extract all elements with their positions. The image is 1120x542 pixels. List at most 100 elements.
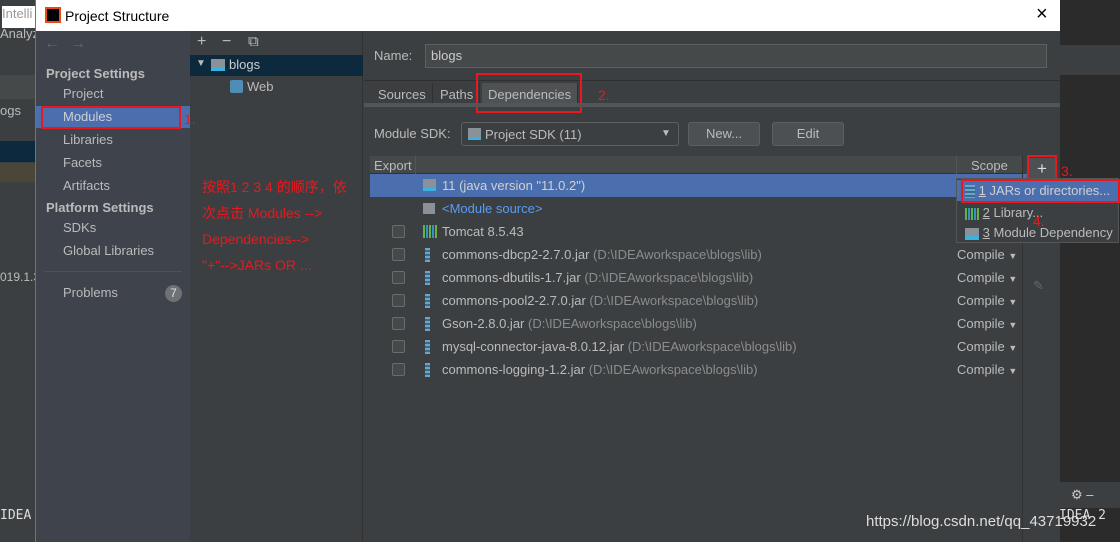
scope-value: Compile	[957, 247, 1005, 262]
ide-status: IDEA	[0, 508, 32, 523]
forward-arrow-icon[interactable]: →	[70, 35, 86, 53]
table-row-tomcat[interactable]: Tomcat 8.5.43	[370, 220, 1028, 243]
annotation-box-4	[961, 179, 1120, 203]
sidebar-item-project[interactable]: Project	[36, 83, 190, 105]
jar-icon	[425, 294, 430, 308]
close-icon[interactable]: ×	[1036, 3, 1048, 26]
export-checkbox[interactable]	[392, 248, 405, 261]
note-line: Dependencies-->	[202, 231, 310, 247]
chevron-down-icon: ▼	[1008, 274, 1018, 284]
sdk-value: Project SDK (11)	[485, 127, 582, 142]
name-label: Name:	[374, 48, 413, 63]
tree-label: Web	[247, 79, 274, 94]
dependency-name: commons-logging-1.2.jar	[442, 362, 586, 377]
ide-project: ogs	[0, 103, 21, 118]
ide-selection	[0, 141, 36, 162]
ide-background-left: Intelli Analyz ogs 019.1.3 IDEA	[0, 0, 40, 542]
table-row-sdk[interactable]: 11 (java version "11.0.2")	[370, 174, 1028, 197]
scope-dropdown[interactable]: Compile ▼	[957, 335, 1017, 360]
watermark: https://blog.csdn.net/qq_43719932	[866, 513, 1097, 530]
jar-icon	[425, 271, 430, 285]
dependency-name: commons-dbutils-1.7.jar	[442, 270, 581, 285]
menu-mnemonic: 3	[982, 225, 990, 240]
table-row-dependency[interactable]: commons-dbutils-1.7.jar (D:\IDEAworkspac…	[370, 266, 1028, 289]
dependency-label: commons-dbutils-1.7.jar (D:\IDEAworkspac…	[442, 266, 753, 289]
scope-value: Compile	[957, 362, 1005, 377]
scope-dropdown[interactable]: Compile ▼	[957, 266, 1017, 291]
scope-dropdown[interactable]: Compile ▼	[957, 289, 1017, 314]
remove-icon[interactable]: −	[222, 33, 231, 51]
scope-dropdown[interactable]: Compile ▼	[957, 358, 1017, 383]
sidebar-item-libraries[interactable]: Libraries	[36, 129, 190, 151]
tree-item-web[interactable]: Web	[228, 77, 363, 97]
row-label: Tomcat 8.5.43	[442, 224, 524, 239]
back-arrow-icon[interactable]: ←	[44, 35, 60, 53]
scope-dropdown[interactable]: Compile ▼	[957, 243, 1017, 268]
column-export[interactable]: Export	[370, 156, 416, 174]
annotation-box-2	[476, 73, 582, 113]
annotation-step-2: 2.	[598, 87, 610, 103]
row-label: 11 (java version "11.0.2")	[442, 178, 586, 193]
module-sdk-dropdown[interactable]: Project SDK (11) ▼	[461, 122, 679, 146]
column-scope[interactable]: Scope	[956, 156, 1022, 174]
web-facet-icon	[230, 80, 243, 93]
sidebar-item-facets[interactable]: Facets	[36, 152, 190, 174]
dependency-path: (D:\IDEAworkspace\blogs\lib)	[589, 293, 759, 308]
table-header: Export Scope	[370, 156, 1022, 174]
divider	[44, 271, 182, 272]
export-checkbox[interactable]	[392, 294, 405, 307]
name-input[interactable]: blogs	[425, 44, 1047, 68]
dependency-label: mysql-connector-java-8.0.12.jar (D:\IDEA…	[442, 335, 797, 358]
dependency-path: (D:\IDEAworkspace\blogs\lib)	[584, 270, 754, 285]
add-icon[interactable]: +	[197, 33, 206, 51]
export-checkbox[interactable]	[392, 363, 405, 376]
export-checkbox[interactable]	[392, 317, 405, 330]
dependency-label: commons-logging-1.2.jar (D:\IDEAworkspac…	[442, 358, 758, 381]
table-row-dependency[interactable]: commons-dbcp2-2.7.0.jar (D:\IDEAworkspac…	[370, 243, 1028, 266]
chevron-down-icon: ▼	[661, 128, 671, 139]
note-line: 次点击 Modules -->	[202, 205, 323, 221]
dependency-name: commons-dbcp2-2.7.0.jar	[442, 247, 590, 262]
export-checkbox[interactable]	[392, 271, 405, 284]
sidebar-item-global-libraries[interactable]: Global Libraries	[36, 240, 190, 262]
expand-triangle-icon[interactable]: ▼	[196, 58, 206, 69]
jar-icon	[425, 248, 430, 262]
annotation-box-1	[41, 106, 181, 129]
module-icon	[965, 227, 979, 240]
table-row-dependency[interactable]: mysql-connector-java-8.0.12.jar (D:\IDEA…	[370, 335, 1028, 358]
edit-sdk-button[interactable]: Edit	[772, 122, 844, 146]
gear-icon[interactable]: ⚙ –	[1059, 482, 1120, 508]
sidebar-item-artifacts[interactable]: Artifacts	[36, 175, 190, 197]
table-row-dependency[interactable]: commons-logging-1.2.jar (D:\IDEAworkspac…	[370, 358, 1028, 381]
edit-pencil-icon[interactable]: ✎	[1033, 278, 1044, 294]
add-dependency-menu: 1 JARs or directories... 2 Library... 3 …	[956, 178, 1120, 243]
jar-icon	[425, 340, 430, 354]
annotation-step-4: 4.	[1033, 213, 1045, 229]
new-sdk-button[interactable]: New...	[688, 122, 760, 146]
scope-value: Compile	[957, 316, 1005, 331]
table-row-module-source[interactable]: <Module source>	[370, 197, 1028, 220]
export-checkbox[interactable]	[392, 340, 405, 353]
annotation-note: 按照1 2 3 4 的顺序，依 次点击 Modules --> Dependen…	[202, 174, 347, 278]
copy-icon[interactable]: ⧉	[248, 33, 259, 50]
scope-dropdown[interactable]: Compile ▼	[957, 312, 1017, 337]
tree-item-blogs[interactable]: ▼ blogs	[190, 55, 363, 76]
table-row-dependency[interactable]: Gson-2.8.0.jar (D:\IDEAworkspace\blogs\l…	[370, 312, 1028, 335]
jar-icon	[425, 363, 430, 377]
table-row-dependency[interactable]: commons-pool2-2.7.0.jar (D:\IDEAworkspac…	[370, 289, 1028, 312]
scope-value: Compile	[957, 293, 1005, 308]
ide-panel-header	[0, 75, 36, 99]
scope-value: Compile	[957, 270, 1005, 285]
ide-highlight	[0, 163, 36, 182]
sidebar-item-sdks[interactable]: SDKs	[36, 217, 190, 239]
jar-icon	[425, 317, 430, 331]
export-checkbox[interactable]	[392, 225, 405, 238]
dependency-name: commons-pool2-2.7.0.jar	[442, 293, 586, 308]
dependency-path: (D:\IDEAworkspace\blogs\lib)	[588, 362, 758, 377]
dependencies-table: Export Scope 11 (java version "11.0.2") …	[370, 156, 1028, 542]
note-line: "+"-->JARs OR ...	[202, 257, 312, 273]
library-icon	[423, 225, 437, 238]
dependency-label: Gson-2.8.0.jar (D:\IDEAworkspace\blogs\l…	[442, 312, 697, 335]
ide-menu: Analyz	[0, 26, 40, 41]
problems-count-badge: 7	[165, 285, 182, 302]
